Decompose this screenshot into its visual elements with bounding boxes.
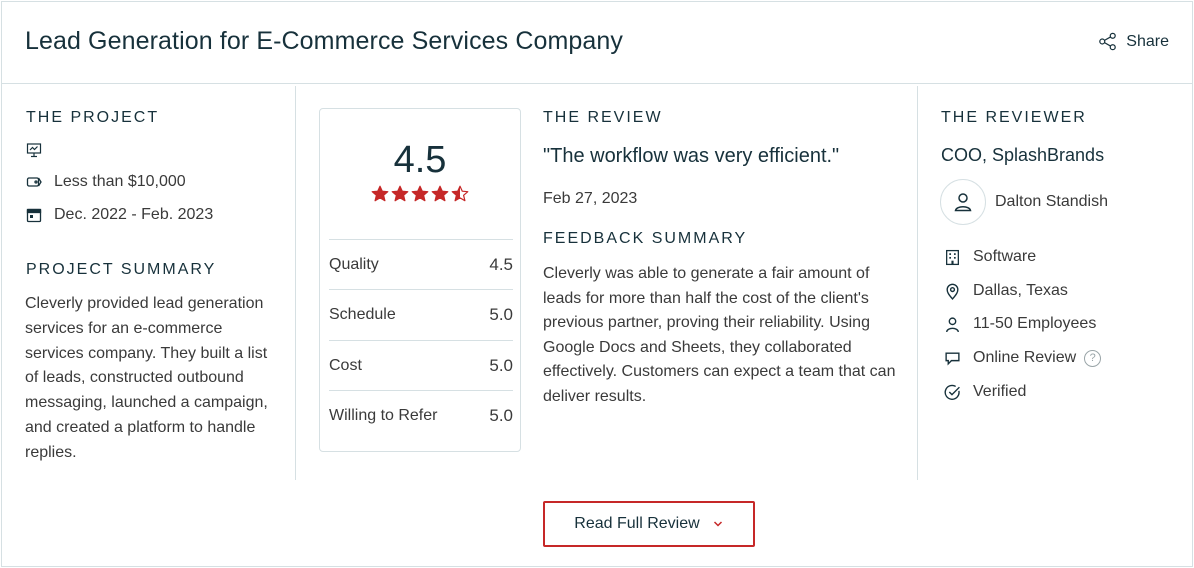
help-icon[interactable]: ? xyxy=(1084,349,1102,367)
metric-row: Willing to Refer 5.0 xyxy=(329,390,513,440)
reviewer-industry: Software xyxy=(944,248,1036,266)
metric-row: Schedule 5.0 xyxy=(329,289,513,339)
metric-value: 5.0 xyxy=(489,405,513,425)
reviewer-name: Dalton Standish xyxy=(995,193,1108,210)
project-budget: Less than $10,000 xyxy=(26,173,186,191)
avatar xyxy=(940,179,986,225)
review-title: Lead Generation for E-Commerce Services … xyxy=(25,27,624,55)
chat-icon xyxy=(945,351,960,365)
column-divider xyxy=(917,86,918,480)
project-heading: THE PROJECT xyxy=(26,109,160,126)
building-icon xyxy=(946,249,959,265)
budget-text: Less than $10,000 xyxy=(54,173,186,190)
chevron-down-icon xyxy=(713,521,722,527)
rating-box: 4.5 Quality 4.5 Schedule 5.0 Cost 5.0 Wi… xyxy=(319,108,521,452)
calendar-icon xyxy=(26,208,42,223)
location-pin-icon xyxy=(946,283,959,300)
star-icon xyxy=(391,185,409,202)
reviewer-heading: THE REVIEWER xyxy=(941,109,1087,126)
star-icon xyxy=(451,185,469,202)
metric-value: 4.5 xyxy=(489,254,513,274)
share-icon xyxy=(1099,32,1117,51)
review-heading: THE REVIEW xyxy=(543,109,663,126)
feedback-summary-heading: FEEDBACK SUMMARY xyxy=(543,230,748,247)
share-label: Share xyxy=(1126,32,1169,50)
presentation-icon xyxy=(26,143,42,158)
metric-label: Cost xyxy=(329,356,362,374)
read-full-review-button[interactable]: Read Full Review xyxy=(543,501,755,547)
review-header: Lead Generation for E-Commerce Services … xyxy=(2,2,1192,84)
people-icon xyxy=(945,316,960,332)
project-summary-heading: PROJECT SUMMARY xyxy=(26,261,217,278)
metric-row: Cost 5.0 xyxy=(329,340,513,390)
review-date: Feb 27, 2023 xyxy=(543,190,638,207)
price-tag-icon xyxy=(26,177,42,187)
metric-row: Quality 4.5 xyxy=(329,239,513,289)
review-quote: "The workflow was very efficient." xyxy=(543,145,840,167)
reviewer-company-size: 11-50 Employees xyxy=(944,315,1096,333)
star-icon xyxy=(431,185,449,202)
overall-rating: 4.5 xyxy=(393,139,447,181)
metric-label: Schedule xyxy=(329,305,396,323)
metric-label: Willing to Refer xyxy=(329,406,438,424)
user-icon xyxy=(954,193,972,212)
star-icon xyxy=(371,185,389,202)
star-icon xyxy=(411,185,429,202)
reviewer-role: COO, SplashBrands xyxy=(941,145,1105,165)
project-summary-text: Cleverly provided lead generation servic… xyxy=(25,295,268,461)
check-circle-icon xyxy=(944,384,960,400)
project-dates: Dec. 2022 - Feb. 2023 xyxy=(26,206,213,224)
location-text: Dallas, Texas xyxy=(973,282,1068,299)
metric-label: Quality xyxy=(329,255,379,273)
column-divider xyxy=(295,86,296,480)
reviewer-review-type: Online Review ? xyxy=(944,349,1102,367)
project-category xyxy=(26,142,42,158)
review-type-text: Online Review xyxy=(973,349,1077,366)
review-card: Lead Generation for E-Commerce Services … xyxy=(1,1,1193,567)
employees-text: 11-50 Employees xyxy=(973,315,1097,332)
industry-text: Software xyxy=(973,248,1037,265)
metric-value: 5.0 xyxy=(489,355,513,375)
star-rating xyxy=(371,185,469,203)
feedback-summary-text: Cleverly was able to generate a fair amo… xyxy=(543,265,896,405)
reviewer-verified: Verified xyxy=(944,383,1026,401)
metric-value: 5.0 xyxy=(489,304,513,324)
dates-text: Dec. 2022 - Feb. 2023 xyxy=(54,206,214,223)
share-button[interactable]: Share xyxy=(1098,32,1169,51)
read-full-review-label: Read Full Review xyxy=(574,515,700,532)
verified-text: Verified xyxy=(973,383,1027,400)
reviewer-location: Dallas, Texas xyxy=(944,282,1068,300)
